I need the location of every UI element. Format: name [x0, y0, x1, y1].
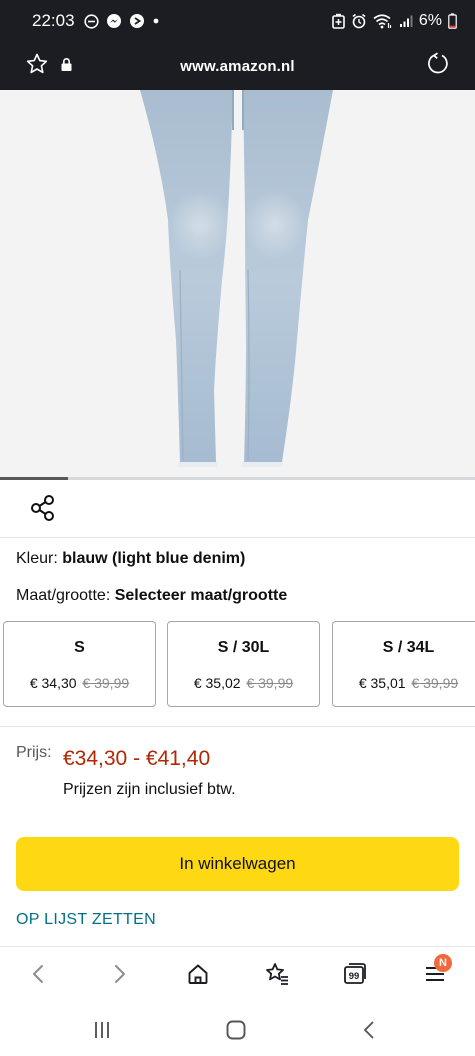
size-old-price: € 39,99 — [246, 675, 294, 691]
size-option-name: S / 30L — [217, 639, 270, 656]
tabs-count: 99 — [349, 971, 360, 982]
menu-notification-badge: N — [434, 954, 452, 972]
size-option-price: € 35,01 € 39,99 — [333, 675, 475, 691]
browser-url-bar: www.amazon.nl — [0, 42, 475, 90]
notification-dot-icon — [152, 17, 160, 25]
size-option-s[interactable]: S € 34,30 € 39,99 — [3, 621, 156, 707]
size-current-price: € 35,01 — [358, 675, 406, 691]
wifi-icon — [373, 13, 393, 29]
signal-icon — [399, 14, 413, 28]
forward-icon[interactable] — [104, 959, 134, 989]
system-navigation-bar — [0, 1002, 475, 1056]
size-option-name: S / 34L — [382, 639, 435, 656]
divider — [0, 726, 475, 727]
system-back-icon[interactable] — [358, 1018, 382, 1042]
size-old-price: € 39,99 — [82, 675, 130, 691]
size-option-s-30l[interactable]: S / 30L € 35,02 € 39,99 — [167, 621, 320, 707]
add-to-list-link[interactable]: OP LIJST ZETTEN — [16, 911, 156, 929]
color-selection: Kleur: blauw (light blue denim) — [16, 550, 245, 568]
status-time: 22:03 — [32, 11, 75, 30]
color-label: Kleur: — [16, 550, 58, 567]
size-option-price: € 35,02 € 39,99 — [168, 675, 319, 691]
color-value: blauw (light blue denim) — [62, 550, 246, 567]
add-to-cart-button[interactable]: In winkelwagen — [16, 837, 459, 891]
price-range: €34,30 - €41,40 — [63, 747, 211, 770]
battery-icon — [448, 13, 457, 29]
share-icon[interactable] — [28, 493, 58, 523]
music-app-icon — [129, 13, 145, 29]
size-option-s-34l[interactable]: S / 34L € 35,01 € 39,99 — [332, 621, 475, 707]
battery-percentage: 6% — [418, 12, 442, 29]
share-row — [0, 480, 475, 538]
system-home-icon[interactable] — [224, 1018, 248, 1042]
size-option-name: S — [74, 639, 85, 656]
url-text[interactable]: www.amazon.nl — [0, 58, 475, 75]
jeans-illustration — [140, 90, 333, 467]
messenger-icon — [106, 13, 122, 29]
reload-icon[interactable] — [425, 51, 451, 82]
size-old-price: € 39,99 — [411, 675, 459, 691]
back-icon[interactable] — [24, 959, 54, 989]
size-value: Selecteer maat/grootte — [114, 587, 288, 604]
do-not-disturb-icon — [83, 13, 99, 29]
product-image[interactable] — [0, 90, 475, 477]
status-bar: 22:03 6% — [0, 0, 475, 42]
alarm-icon — [351, 13, 367, 29]
size-selection: Maat/grootte: Selecteer maat/grootte — [16, 587, 287, 605]
size-current-price: € 34,30 — [29, 675, 77, 691]
price-label: Prijs: — [16, 744, 52, 761]
tabs-icon[interactable]: 99 — [340, 959, 370, 989]
favorites-icon[interactable] — [262, 959, 292, 989]
home-icon[interactable] — [183, 959, 213, 989]
size-current-price: € 35,02 — [193, 675, 241, 691]
browser-bottom-nav: 99 — [0, 946, 475, 1002]
size-options: S € 34,30 € 39,99 S / 30L € 35,02 € 39,9… — [3, 621, 475, 707]
size-label: Maat/grootte: — [16, 587, 111, 604]
size-option-price: € 34,30 € 39,99 — [4, 675, 155, 691]
battery-saver-icon — [332, 13, 345, 29]
recent-apps-icon[interactable] — [90, 1018, 114, 1042]
price-vat-note: Prijzen zijn inclusief btw. — [63, 781, 236, 798]
